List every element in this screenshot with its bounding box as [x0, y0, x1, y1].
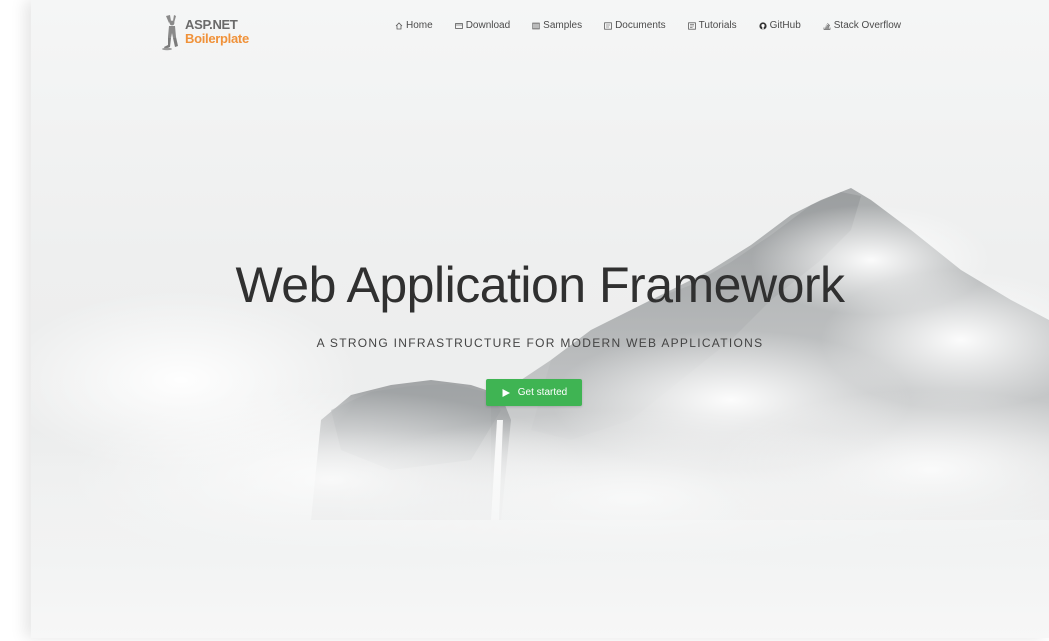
- nav-download-label: Download: [465, 20, 511, 31]
- nav-samples[interactable]: Samples: [532, 20, 582, 31]
- brand-line2: Boilerplate: [185, 31, 249, 46]
- browser-viewport: ASP.NET Boilerplate Home Download Sample…: [31, 0, 1049, 638]
- main-nav: Home Download Samples Documents Tutorial…: [395, 20, 901, 31]
- stack-overflow-icon: [823, 22, 831, 30]
- hero-subtitle: A STRONG INFRASTRUCTURE FOR MODERN WEB A…: [316, 336, 764, 350]
- top-navbar: ASP.NET Boilerplate Home Download Sample…: [31, 0, 1049, 56]
- jumping-figure-icon: [162, 15, 178, 51]
- nav-github[interactable]: GitHub: [759, 20, 801, 31]
- nav-download[interactable]: Download: [454, 20, 511, 31]
- nav-samples-label: Samples: [543, 20, 583, 31]
- nav-tutorials-label: Tutorials: [698, 20, 737, 31]
- download-icon: [454, 22, 463, 29]
- brand-line1: ASP.NET: [185, 17, 238, 32]
- get-started-label: Get started: [517, 387, 568, 398]
- nav-github-label: GitHub: [769, 20, 801, 31]
- github-icon: [759, 21, 767, 30]
- nav-stack-overflow[interactable]: Stack Overflow: [823, 20, 901, 31]
- samples-icon: [532, 22, 540, 29]
- home-icon: [395, 21, 403, 29]
- play-icon: [502, 388, 510, 397]
- get-started-button[interactable]: Get started: [486, 379, 582, 406]
- nav-home[interactable]: Home: [395, 20, 433, 31]
- tutorials-icon: [687, 21, 696, 30]
- documents-icon: [604, 21, 612, 30]
- hero-background-image: [31, 188, 1049, 638]
- nav-tutorials[interactable]: Tutorials: [687, 20, 737, 31]
- hero-title: Web Application Framework: [235, 257, 845, 313]
- nav-documents-label: Documents: [615, 20, 666, 31]
- brand-logo[interactable]: ASP.NET Boilerplate: [161, 12, 261, 52]
- brand-name: ASP.NET Boilerplate: [185, 18, 249, 46]
- nav-documents[interactable]: Documents: [604, 20, 666, 31]
- nav-stack-overflow-label: Stack Overflow: [833, 20, 902, 31]
- nav-home-label: Home: [406, 20, 433, 31]
